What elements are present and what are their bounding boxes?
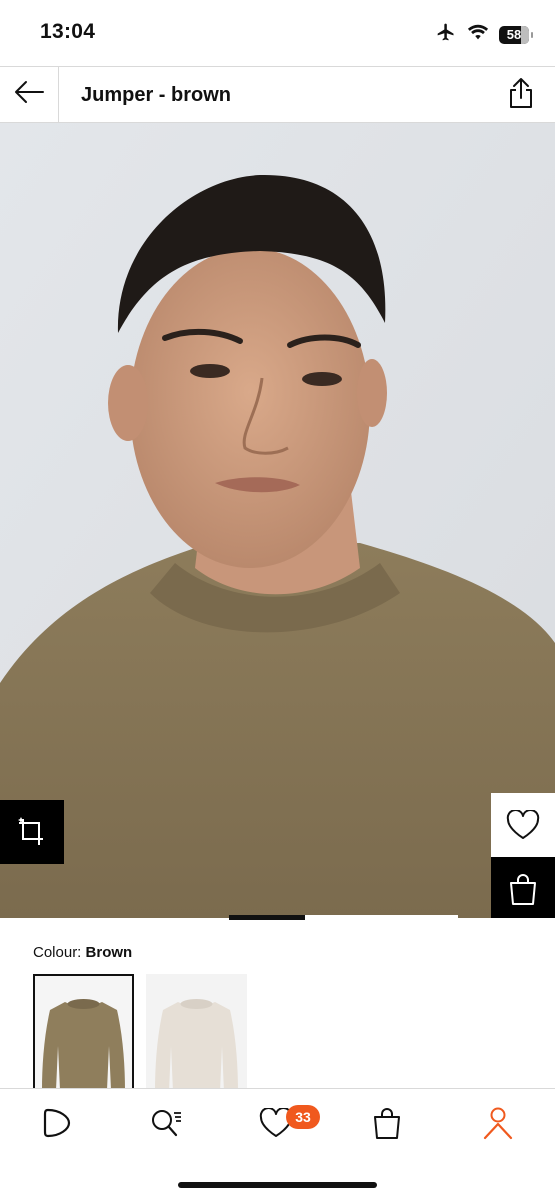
image-pager [0,915,555,920]
nav-search[interactable] [144,1103,188,1147]
pager-indicator-track [305,915,458,920]
add-to-favorites-button[interactable] [491,793,555,857]
nav-profile[interactable] [476,1103,520,1147]
profile-icon [483,1106,513,1145]
colour-value: Brown [85,944,133,961]
home-indicator [178,1182,377,1188]
nav-bag[interactable] [365,1103,409,1147]
visual-search-button[interactable] [0,800,64,864]
model-photo [0,123,555,918]
colour-selector-label: Colour: Brown [33,944,132,961]
home-icon [40,1107,72,1144]
battery-icon: 58 [499,25,533,44]
share-icon [508,77,534,114]
favorites-count-badge: 33 [286,1105,320,1129]
visual-search-icon [15,815,49,849]
status-time: 13:04 [40,20,96,43]
nav-home[interactable] [34,1103,78,1147]
battery-level: 58 [506,27,522,42]
wifi-icon [467,23,489,46]
heart-icon [506,810,540,840]
colour-swatches [33,974,247,1092]
sweater-thumbnail-ecru [155,999,238,1092]
page-title: Jumper - brown [81,84,232,106]
back-button[interactable] [0,67,59,122]
airplane-icon [435,22,457,47]
search-icon [148,1105,184,1146]
sweater-thumbnail-brown [42,999,125,1090]
bag-icon [508,872,538,906]
colour-label: Colour: [33,944,82,961]
status-icons: 58 [435,22,533,47]
colour-swatch-ecru[interactable] [146,974,247,1092]
header: Jumper - brown [0,66,555,123]
status-bar: 13:04 58 [0,0,555,66]
product-image[interactable] [0,123,555,918]
share-button[interactable] [501,75,541,115]
add-to-bag-button[interactable] [491,857,555,918]
colour-swatch-brown[interactable] [33,974,134,1092]
bag-icon [372,1106,402,1145]
pager-indicator-active [229,915,305,920]
arrow-left-icon [13,80,45,109]
